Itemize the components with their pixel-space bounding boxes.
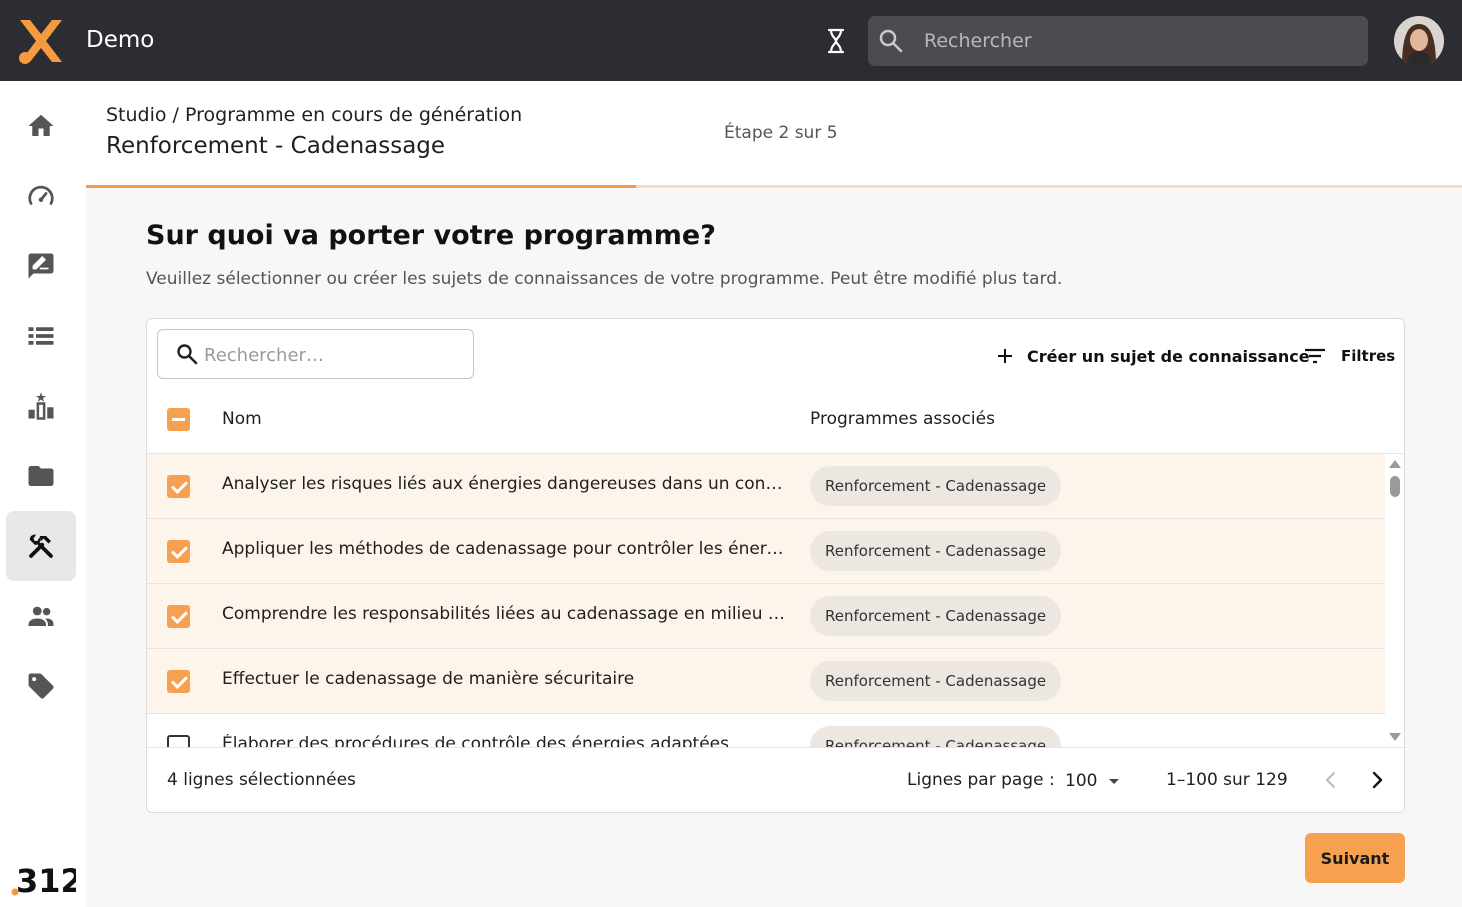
program-chip: Renforcement - Cadenassage [810,596,1062,636]
svg-text:312: 312 [16,862,76,897]
search-icon [177,344,198,365]
program-chip: Renforcement - Cadenassage [810,466,1062,506]
sidebar-item-feedback[interactable] [6,231,76,301]
table-scrollbar[interactable] [1385,454,1404,747]
global-search-input[interactable] [924,26,1344,56]
hourglass-icon[interactable] [824,27,848,55]
select-all-checkbox[interactable] [167,408,190,431]
rows-per-page-select[interactable]: 100 [1065,766,1125,796]
table-row[interactable]: Élaborer des procédures de contrôle des … [147,714,1385,747]
knowledge-topics-table: Créer un sujet de connaissance Filtres N… [146,318,1405,813]
sidebar-item-leaderboard[interactable] [6,371,76,441]
row-name: Analyser les risques liés aux énergies d… [222,474,787,494]
sidebar-item-folder[interactable] [6,441,76,511]
column-header-programs[interactable]: Programmes associés [810,409,995,429]
column-header-name[interactable]: Nom [222,409,262,429]
program-chip: Renforcement - Cadenassage [810,661,1062,701]
row-name: Appliquer les méthodes de cadenassage po… [222,539,787,559]
row-checkbox[interactable] [167,475,190,498]
chevron-left-icon[interactable] [1319,768,1343,792]
caret-down-icon [1109,778,1120,784]
program-chip: Renforcement - Cadenassage [810,531,1062,571]
plus-icon [998,349,1012,363]
sidebar-item-tags[interactable] [6,651,76,721]
table-footer: 4 lignes sélectionnées Lignes par page :… [147,747,1404,812]
selected-count: 4 lignes sélectionnées [167,770,356,790]
tools-icon [29,534,53,558]
scroll-down-arrow[interactable] [1389,733,1401,741]
create-topic-button[interactable]: Créer un sujet de connaissance [995,341,1310,371]
table-row[interactable]: Analyser les risques liés aux énergies d… [147,454,1385,519]
home-icon [28,114,54,136]
table-search[interactable] [157,329,474,379]
scroll-up-arrow[interactable] [1389,460,1401,468]
row-checkbox[interactable] [167,670,190,693]
row-name: Effectuer le cadenassage de manière sécu… [222,669,635,689]
page-header: Studio / Programme en cours de génératio… [86,81,1462,188]
row-name: Comprendre les responsabilités liées au … [222,604,787,624]
search-icon [879,29,903,53]
breadcrumb[interactable]: Studio / Programme en cours de génératio… [106,104,522,126]
app-logo[interactable] [14,14,68,68]
main-description: Veuillez sélectionner ou créer les sujet… [146,269,1063,289]
folder-icon [28,466,54,486]
filters-label: Filtres [1341,347,1396,365]
pagination-range: 1–100 sur 129 [1166,770,1288,790]
table-search-input[interactable] [204,342,464,368]
rows-per-page-value: 100 [1065,771,1098,791]
scroll-thumb[interactable] [1390,476,1400,497]
avatar-image [1394,16,1444,66]
create-topic-label: Créer un sujet de connaissance [1027,346,1310,366]
row-checkbox[interactable] [167,605,190,628]
row-checkbox[interactable] [167,735,190,747]
page-title: Renforcement - Cadenassage [106,133,446,159]
filters-button[interactable]: Filtres [1303,341,1395,371]
progress-bar [86,185,1462,188]
filter-icon [1305,348,1325,364]
sidebar-item-dashboard[interactable] [6,161,76,231]
table-row[interactable]: Comprendre les responsabilités liées au … [147,584,1385,649]
dashboard-icon [28,185,54,205]
sidebar-item-list[interactable] [6,301,76,371]
table-body: Analyser les risques liés aux énergies d… [147,454,1385,747]
main-heading: Sur quoi va porter votre programme? [146,220,716,251]
sidebar-item-users[interactable] [6,581,76,651]
global-search[interactable] [868,16,1368,66]
step-indicator: Étape 2 sur 5 [724,123,838,143]
progress-fill [86,185,637,188]
program-chip: Renforcement - Cadenassage [810,726,1062,747]
next-button[interactable]: Suivant [1305,833,1405,883]
user-avatar[interactable] [1394,16,1444,66]
table-row[interactable]: Appliquer les méthodes de cadenassage po… [147,519,1385,584]
table-header: Nom Programmes associés [147,389,1404,454]
sidebar: 312 [0,81,86,907]
sidebar-item-home[interactable] [6,91,76,161]
tag-icon [28,673,54,699]
row-name: Élaborer des procédures de contrôle des … [222,734,729,747]
top-bar: Demo [0,0,1462,81]
feedback-icon [28,253,54,279]
leaderboard-icon [28,392,54,420]
chevron-right-icon[interactable] [1365,768,1389,792]
list-icon [28,327,54,345]
rows-per-page-label: Lignes par page : [907,770,1055,790]
app-title: Demo [86,27,155,53]
brand-312-logo: 312 [11,862,76,897]
table-row[interactable]: Effectuer le cadenassage de manière sécu… [147,649,1385,714]
row-checkbox[interactable] [167,540,190,563]
group-icon [28,606,54,626]
sidebar-item-studio[interactable] [6,511,76,581]
